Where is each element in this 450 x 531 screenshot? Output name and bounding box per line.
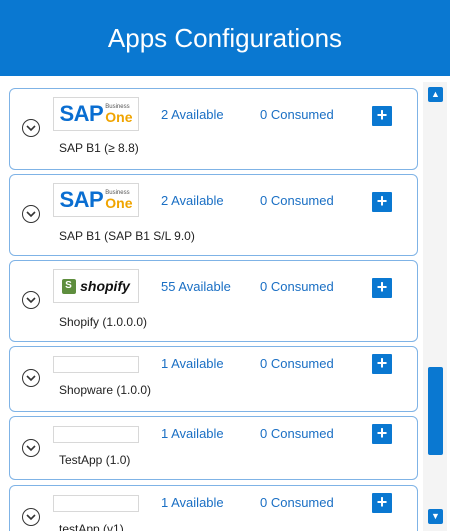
sap-business-one-logo: SAP Business One: [53, 183, 139, 217]
page-title: Apps Configurations: [107, 22, 343, 53]
app-logo-placeholder: [53, 356, 139, 373]
app-name: SAP B1 (≥ 8.8): [59, 141, 139, 155]
available-count[interactable]: 55 Available: [161, 279, 231, 294]
app-header: Apps Configurations: [0, 0, 450, 76]
expand-chevron-icon[interactable]: [22, 508, 40, 526]
consumed-count[interactable]: 0 Consumed: [260, 193, 334, 208]
expand-chevron-icon[interactable]: [22, 205, 40, 223]
add-button[interactable]: +: [372, 424, 392, 444]
expand-chevron-icon[interactable]: [22, 119, 40, 137]
expand-chevron-icon[interactable]: [22, 291, 40, 309]
app-name: TestApp (1.0): [59, 453, 131, 467]
app-name: Shopify (1.0.0.0): [59, 315, 148, 329]
app-card: shopify 55 Available 0 Consumed + Shopif…: [9, 260, 418, 342]
app-card: 1 Available 0 Consumed + TestApp (1.0): [9, 416, 418, 480]
app-card: SAP Business One 2 Available 0 Consumed …: [9, 88, 418, 170]
available-count[interactable]: 2 Available: [161, 193, 224, 208]
shopify-logo: shopify: [53, 269, 139, 303]
app-card: SAP Business One 2 Available 0 Consumed …: [9, 174, 418, 256]
consumed-count[interactable]: 0 Consumed: [260, 107, 334, 122]
apps-list: SAP Business One 2 Available 0 Consumed …: [0, 76, 423, 531]
scroll-down-arrow-icon[interactable]: ▼: [428, 509, 443, 524]
add-button[interactable]: +: [372, 278, 392, 298]
sap-business-one-logo: SAP Business One: [53, 97, 139, 131]
app-logo-placeholder: [53, 426, 139, 443]
consumed-count[interactable]: 0 Consumed: [260, 356, 334, 371]
consumed-count[interactable]: 0 Consumed: [260, 426, 334, 441]
available-count[interactable]: 1 Available: [161, 426, 224, 441]
expand-chevron-icon[interactable]: [22, 439, 40, 457]
available-count[interactable]: 1 Available: [161, 495, 224, 510]
add-button[interactable]: +: [372, 106, 392, 126]
available-count[interactable]: 2 Available: [161, 107, 224, 122]
expand-chevron-icon[interactable]: [22, 369, 40, 387]
add-button[interactable]: +: [372, 192, 392, 212]
app-name: SAP B1 (SAP B1 S/L 9.0): [59, 229, 195, 243]
scroll-up-arrow-icon[interactable]: ▲: [428, 87, 443, 102]
app-name: Shopware (1.0.0): [59, 383, 152, 397]
available-count[interactable]: 1 Available: [161, 356, 224, 371]
add-button[interactable]: +: [372, 493, 392, 513]
app-card: 1 Available 0 Consumed + Shopware (1.0.0…: [9, 346, 418, 412]
consumed-count[interactable]: 0 Consumed: [260, 279, 334, 294]
app-card: 1 Available 0 Consumed + testApp (v1): [9, 485, 418, 531]
shopify-bag-icon: [62, 278, 77, 294]
app-logo-placeholder: [53, 495, 139, 512]
vertical-scrollbar[interactable]: ▲ ▼: [423, 82, 447, 531]
scrollbar-thumb[interactable]: [428, 367, 443, 455]
consumed-count[interactable]: 0 Consumed: [260, 495, 334, 510]
add-button[interactable]: +: [372, 354, 392, 374]
app-name: testApp (v1): [59, 522, 124, 531]
